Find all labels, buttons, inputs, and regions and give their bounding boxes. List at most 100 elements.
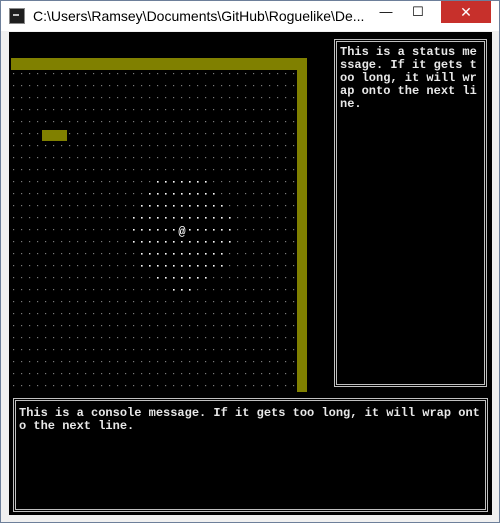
floor-tile bbox=[21, 337, 23, 339]
console-app-icon[interactable] bbox=[9, 8, 25, 24]
close-button[interactable]: ✕ bbox=[441, 1, 491, 23]
floor-tile bbox=[125, 217, 127, 219]
floor-tile bbox=[269, 253, 271, 255]
floor-tile bbox=[21, 133, 23, 135]
floor-tile bbox=[261, 253, 263, 255]
floor-tile bbox=[253, 373, 255, 375]
floor-tile bbox=[109, 241, 111, 243]
floor-tile bbox=[237, 277, 239, 279]
floor-tile bbox=[181, 193, 183, 195]
floor-tile bbox=[109, 361, 111, 363]
floor-tile bbox=[229, 277, 231, 279]
floor-tile bbox=[13, 109, 15, 111]
floor-tile bbox=[141, 349, 143, 351]
title-bar[interactable]: C:\Users\Ramsey\Documents\GitHub\Rogueli… bbox=[1, 1, 499, 31]
floor-tile bbox=[229, 193, 231, 195]
floor-tile bbox=[157, 325, 159, 327]
floor-tile bbox=[205, 229, 207, 231]
floor-tile bbox=[221, 277, 223, 279]
floor-tile bbox=[213, 217, 215, 219]
floor-tile bbox=[93, 97, 95, 99]
floor-tile bbox=[29, 361, 31, 363]
floor-tile bbox=[269, 217, 271, 219]
floor-tile bbox=[205, 97, 207, 99]
floor-tile bbox=[245, 253, 247, 255]
floor-tile bbox=[21, 241, 23, 243]
floor-tile bbox=[213, 289, 215, 291]
floor-tile bbox=[173, 157, 175, 159]
floor-tile bbox=[109, 73, 111, 75]
floor-tile bbox=[277, 121, 279, 123]
floor-tile bbox=[221, 385, 223, 387]
floor-tile bbox=[221, 241, 223, 243]
floor-tile bbox=[157, 157, 159, 159]
maximize-button[interactable]: ☐ bbox=[404, 1, 432, 23]
floor-tile bbox=[53, 217, 55, 219]
floor-tile bbox=[29, 289, 31, 291]
floor-tile bbox=[149, 121, 151, 123]
floor-tile bbox=[13, 325, 15, 327]
floor-tile bbox=[285, 373, 287, 375]
floor-tile bbox=[141, 313, 143, 315]
floor-tile bbox=[237, 109, 239, 111]
floor-tile bbox=[253, 217, 255, 219]
floor-tile bbox=[221, 289, 223, 291]
floor-tile bbox=[245, 349, 247, 351]
floor-tile bbox=[37, 157, 39, 159]
floor-tile bbox=[181, 265, 183, 267]
floor-tile bbox=[261, 205, 263, 207]
floor-tile bbox=[205, 289, 207, 291]
floor-tile bbox=[261, 373, 263, 375]
floor-tile bbox=[85, 385, 87, 387]
floor-tile bbox=[269, 313, 271, 315]
floor-tile bbox=[261, 229, 263, 231]
floor-tile bbox=[117, 241, 119, 243]
floor-tile bbox=[53, 265, 55, 267]
floor-tile bbox=[205, 241, 207, 243]
floor-tile bbox=[37, 217, 39, 219]
floor-tile bbox=[197, 121, 199, 123]
floor-tile bbox=[173, 73, 175, 75]
floor-tile bbox=[189, 217, 191, 219]
floor-tile bbox=[45, 289, 47, 291]
console-area: @ This is a status message. If it gets t… bbox=[9, 32, 492, 515]
floor-tile bbox=[133, 181, 135, 183]
floor-tile bbox=[173, 121, 175, 123]
floor-tile bbox=[253, 289, 255, 291]
floor-tile bbox=[133, 109, 135, 111]
floor-tile bbox=[245, 229, 247, 231]
floor-tile bbox=[229, 97, 231, 99]
floor-tile bbox=[229, 145, 231, 147]
floor-tile bbox=[53, 337, 55, 339]
floor-tile bbox=[189, 289, 191, 291]
floor-tile bbox=[101, 181, 103, 183]
floor-tile bbox=[77, 373, 79, 375]
floor-tile bbox=[21, 277, 23, 279]
floor-tile bbox=[189, 193, 191, 195]
floor-tile bbox=[53, 289, 55, 291]
floor-tile bbox=[269, 385, 271, 387]
floor-tile bbox=[141, 181, 143, 183]
floor-tile bbox=[45, 193, 47, 195]
floor-tile bbox=[173, 265, 175, 267]
floor-tile bbox=[269, 229, 271, 231]
floor-tile bbox=[245, 73, 247, 75]
floor-tile bbox=[125, 289, 127, 291]
floor-tile bbox=[29, 205, 31, 207]
floor-tile bbox=[173, 217, 175, 219]
floor-tile bbox=[93, 349, 95, 351]
floor-tile bbox=[173, 241, 175, 243]
floor-tile bbox=[245, 121, 247, 123]
floor-tile bbox=[93, 217, 95, 219]
floor-tile bbox=[253, 313, 255, 315]
minimize-button[interactable]: — bbox=[372, 1, 400, 23]
floor-tile bbox=[213, 301, 215, 303]
floor-tile bbox=[189, 157, 191, 159]
floor-tile bbox=[125, 145, 127, 147]
floor-tile bbox=[141, 85, 143, 87]
floor-tile bbox=[165, 361, 167, 363]
floor-tile bbox=[221, 325, 223, 327]
floor-tile bbox=[285, 205, 287, 207]
floor-tile bbox=[61, 325, 63, 327]
floor-tile bbox=[53, 349, 55, 351]
